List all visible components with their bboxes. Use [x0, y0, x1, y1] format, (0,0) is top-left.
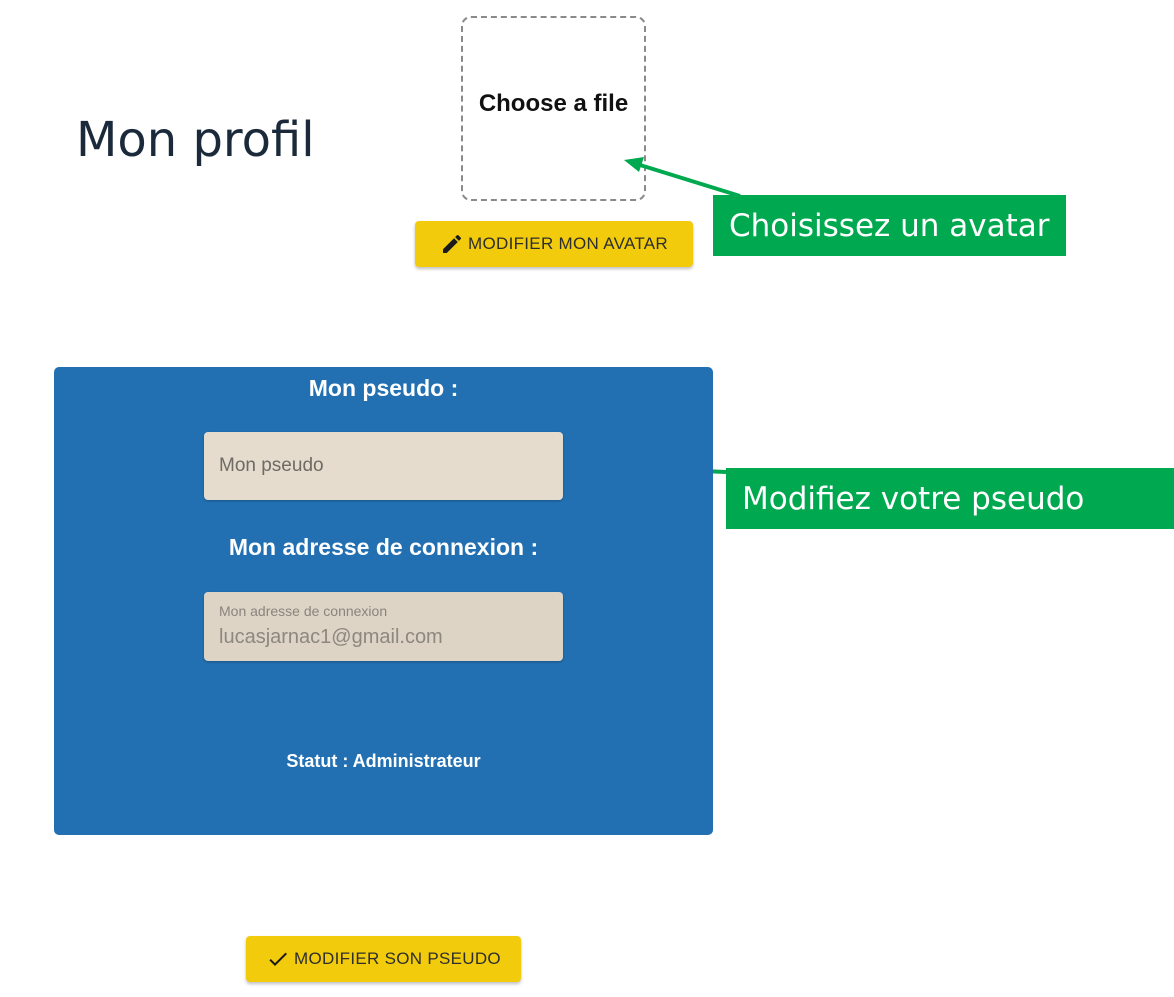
pseudo-heading: Mon pseudo :: [308, 375, 459, 401]
email-heading: Mon adresse de connexion :: [228, 534, 539, 560]
avatar-hint-callout: Choisissez un avatar: [713, 195, 1066, 256]
modify-pseudo-label: MODIFIER SON PSEUDO: [294, 949, 501, 968]
check-icon: [266, 947, 290, 971]
modify-pseudo-button[interactable]: MODIFIER SON PSEUDO: [246, 936, 521, 982]
pseudo-field[interactable]: [204, 432, 563, 500]
avatar-file-dropzone[interactable]: Choose a file: [461, 16, 646, 201]
pseudo-hint-callout: Modifiez votre pseudo: [726, 468, 1174, 529]
dropzone-label: Choose a file: [478, 89, 629, 117]
profile-card: Mon pseudo : Mon adresse de connexion : …: [54, 367, 713, 835]
email-field-value: lucasjarnac1@gmail.com: [219, 626, 443, 648]
status-text: Statut : Administrateur: [286, 751, 481, 771]
modify-avatar-label: MODIFIER MON AVATAR: [468, 234, 668, 253]
pencil-icon: [440, 232, 464, 256]
page-title: Mon profil: [76, 112, 315, 168]
email-field-label: Mon adresse de connexion: [219, 603, 388, 619]
pseudo-input[interactable]: [204, 432, 563, 500]
modify-avatar-button[interactable]: MODIFIER MON AVATAR: [415, 221, 693, 267]
email-field: Mon adresse de connexion lucasjarnac1@gm…: [204, 592, 563, 661]
